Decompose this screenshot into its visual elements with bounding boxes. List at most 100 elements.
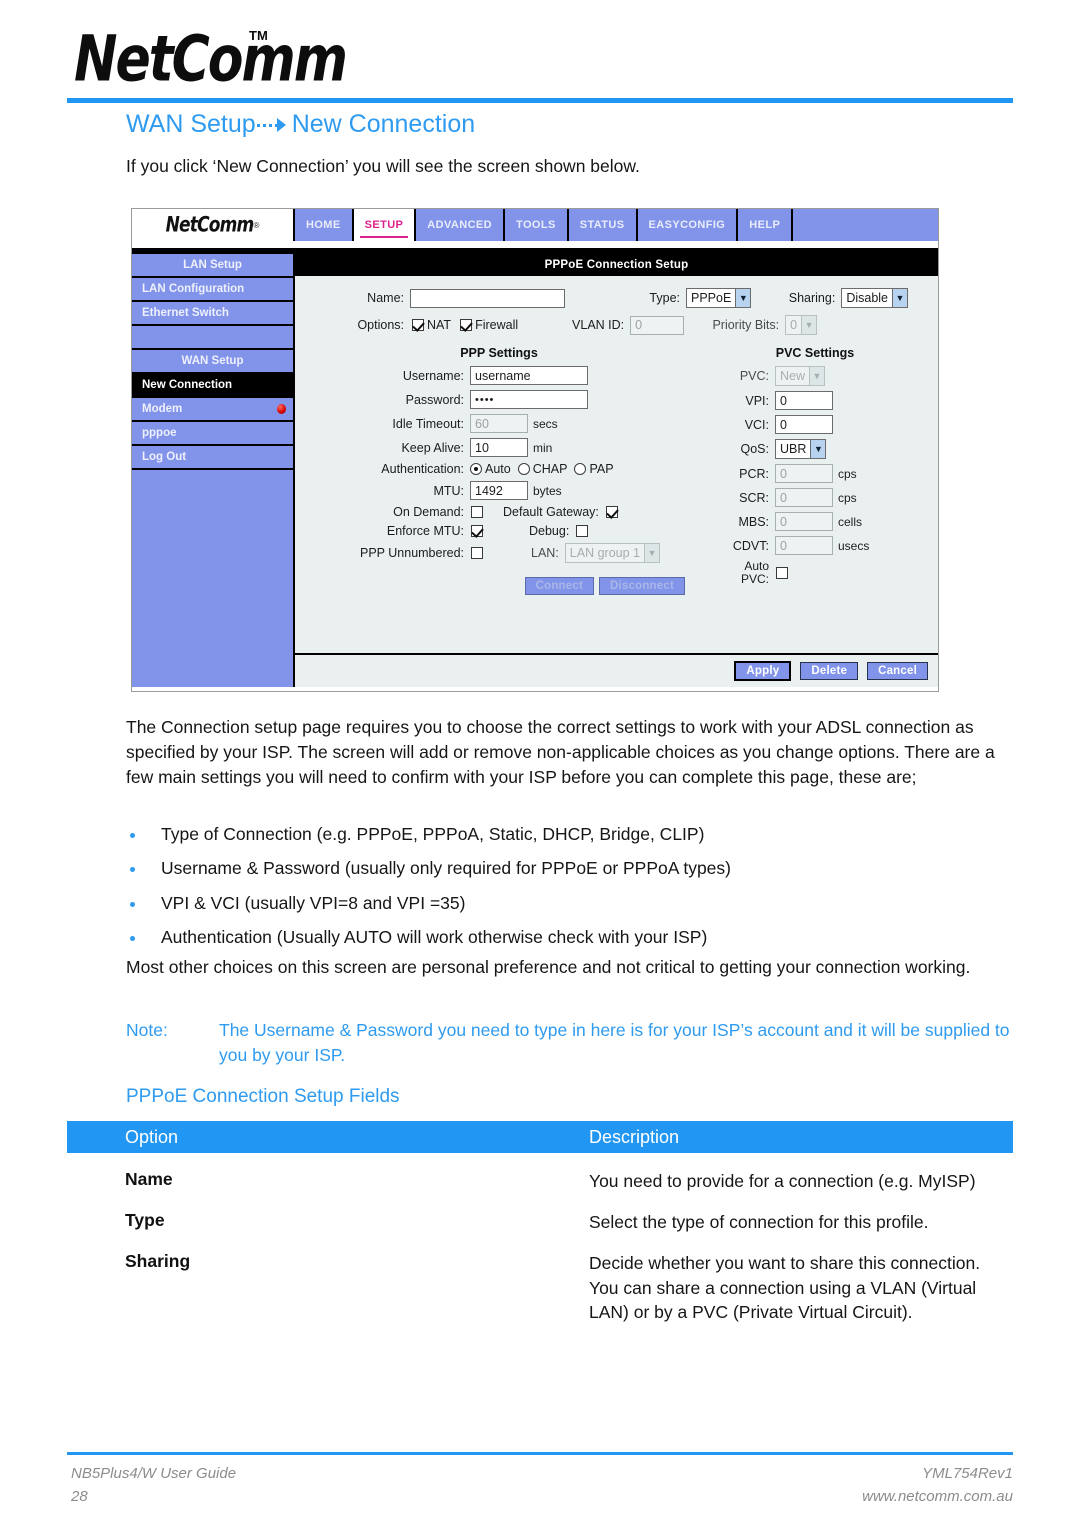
cancel-button[interactable]: Cancel: [867, 662, 928, 680]
router-logo-text: NetComm: [165, 212, 255, 238]
password-input[interactable]: ••••: [470, 390, 588, 409]
tab-help[interactable]: HELP: [738, 209, 794, 241]
connect-button[interactable]: Connect: [524, 577, 594, 595]
lan-select[interactable]: LAN group 1 ▼: [564, 543, 660, 563]
field-pvc: PVC: New ▼: [715, 366, 915, 386]
note-text: The Username & Password you need to type…: [219, 1020, 1010, 1066]
username-input[interactable]: username: [470, 366, 588, 385]
bullet-text: VPI & VCI (usually VPI=8 and VPI =35): [161, 892, 466, 913]
row-option: Sharing: [125, 1250, 191, 1271]
tab-setup[interactable]: SETUP: [353, 209, 417, 241]
mbs-input[interactable]: 0: [775, 512, 833, 531]
bullet-icon: [130, 867, 135, 873]
on-demand-checkbox[interactable]: [471, 506, 483, 518]
idle-timeout-label: Idle Timeout:: [392, 416, 464, 431]
field-pcr: PCR: 0 cps: [715, 464, 915, 483]
disconnect-button[interactable]: Disconnect: [599, 577, 685, 595]
keep-alive-input[interactable]: 10: [470, 438, 528, 457]
cdvt-input[interactable]: 0: [775, 536, 833, 555]
sidebar-item-ethernet-switch[interactable]: Ethernet Switch: [132, 302, 293, 326]
auto-pvc-checkbox[interactable]: [776, 566, 788, 579]
mtu-unit: bytes: [533, 483, 562, 498]
bullet-text: Authentication (Usually AUTO will work o…: [161, 927, 708, 948]
ppp-unnumbered-checkbox[interactable]: [471, 547, 483, 559]
bullet-icon: [130, 936, 135, 942]
auth-pap-radio-group[interactable]: PAP: [574, 462, 614, 476]
sharing-select[interactable]: Disable ▼: [841, 288, 908, 308]
mtu-input[interactable]: 1492: [470, 481, 528, 500]
field-keep-alive: Keep Alive: 10 min: [309, 438, 689, 457]
registered-icon: ®: [253, 220, 260, 230]
sidebar-item-pppoe[interactable]: pppoe: [132, 422, 293, 446]
settings-columns: PPP Settings Username: username Password…: [309, 346, 924, 595]
debug-checkbox[interactable]: [576, 525, 589, 537]
field-username: Username: username: [309, 366, 689, 385]
vci-input[interactable]: 0: [775, 415, 833, 434]
priority-bits-select[interactable]: 0 ▼: [785, 315, 818, 335]
mtu-label: MTU:: [433, 483, 464, 498]
idle-timeout-input[interactable]: 60: [470, 414, 528, 433]
panel-action-bar: Apply Delete Cancel: [295, 653, 938, 687]
nat-checkbox[interactable]: [412, 319, 424, 331]
sidebar-item-lan-configuration[interactable]: LAN Configuration: [132, 278, 293, 302]
footer-divider: [67, 1452, 1013, 1455]
ppp-settings-column: PPP Settings Username: username Password…: [309, 346, 689, 595]
delete-button[interactable]: Delete: [800, 662, 859, 680]
field-authentication: Authentication: Auto CHAP PAP: [309, 462, 689, 476]
auth-chap-radio[interactable]: [517, 463, 530, 475]
name-input[interactable]: [410, 288, 565, 308]
form-row-name: Name: Type: PPPoE ▼ Sharing: Disable ▼: [309, 288, 924, 308]
column-header-description: Description: [589, 1126, 680, 1147]
auto-pvc-label-line2: PVC:: [740, 571, 769, 586]
router-logo: NetComm ®: [132, 209, 295, 241]
body-paragraph-2: Most other choices on this screen are pe…: [126, 957, 971, 977]
page-title-part1: WAN Setup: [126, 110, 256, 138]
enforce-mtu-checkbox[interactable]: [471, 525, 483, 537]
firewall-checkbox-group[interactable]: Firewall: [460, 318, 518, 332]
sidebar-item-modem[interactable]: Modem: [132, 398, 293, 422]
tab-tools[interactable]: TOOLS: [505, 209, 569, 241]
pcr-input[interactable]: 0: [775, 464, 833, 483]
tab-status[interactable]: STATUS: [568, 209, 638, 241]
auth-pap-radio[interactable]: [574, 463, 587, 475]
tab-advanced[interactable]: ADVANCED: [416, 209, 506, 241]
bullet-icon: [130, 833, 135, 838]
tab-home[interactable]: HOME: [295, 209, 354, 241]
table-row: Sharing Decide whether you want to share…: [67, 1235, 1013, 1326]
type-select[interactable]: PPPoE ▼: [686, 288, 752, 308]
sidebar-item-modem-label: Modem: [142, 403, 183, 415]
intro-text: If you click ‘New Connection’ you will s…: [126, 156, 640, 176]
sharing-select-value: Disable: [846, 291, 888, 305]
footer-right: YML754Rev1 www.netcomm.com.au: [862, 1463, 1013, 1508]
tab-easyconfig[interactable]: EASYCONFIG: [637, 209, 739, 241]
pcr-label: PCR:: [739, 466, 769, 481]
keep-alive-label: Keep Alive:: [401, 440, 464, 455]
firewall-checkbox[interactable]: [460, 319, 473, 331]
vlan-id-input[interactable]: 0: [630, 315, 685, 335]
scr-input[interactable]: 0: [775, 488, 833, 507]
sidebar-item-new-connection[interactable]: New Connection: [132, 374, 293, 398]
bullet-list: Type of Connection (e.g. PPPoE, PPPoA, S…: [126, 822, 1019, 960]
auth-auto-radio[interactable]: [470, 463, 482, 475]
field-auto-pvc: Auto PVC:: [715, 560, 915, 585]
table-header-row: Option Description: [67, 1121, 1013, 1153]
nat-checkbox-group[interactable]: NAT: [412, 318, 451, 332]
pvc-select[interactable]: New ▼: [775, 366, 826, 386]
auth-pap-label: PAP: [589, 462, 614, 476]
qos-select[interactable]: UBR ▼: [775, 439, 827, 459]
options-label: Options:: [357, 318, 404, 332]
default-gateway-checkbox[interactable]: [605, 506, 618, 518]
bullet-text: Type of Connection (e.g. PPPoE, PPPoA, S…: [161, 824, 705, 844]
cdvt-label: CDVT:: [732, 538, 769, 553]
sidebar-item-log-out[interactable]: Log Out: [132, 446, 293, 470]
tab-filler: [793, 209, 938, 241]
header-divider: [67, 98, 1013, 103]
vpi-input[interactable]: 0: [775, 391, 833, 410]
auth-chap-radio-group[interactable]: CHAP: [517, 462, 567, 476]
chevron-down-icon: ▼: [735, 289, 751, 307]
apply-button[interactable]: Apply: [734, 661, 792, 681]
page-number: 28: [71, 1487, 88, 1505]
mbs-unit: cells: [838, 514, 863, 529]
auth-auto-radio-group[interactable]: Auto: [470, 462, 511, 476]
mbs-label: MBS:: [738, 514, 769, 529]
